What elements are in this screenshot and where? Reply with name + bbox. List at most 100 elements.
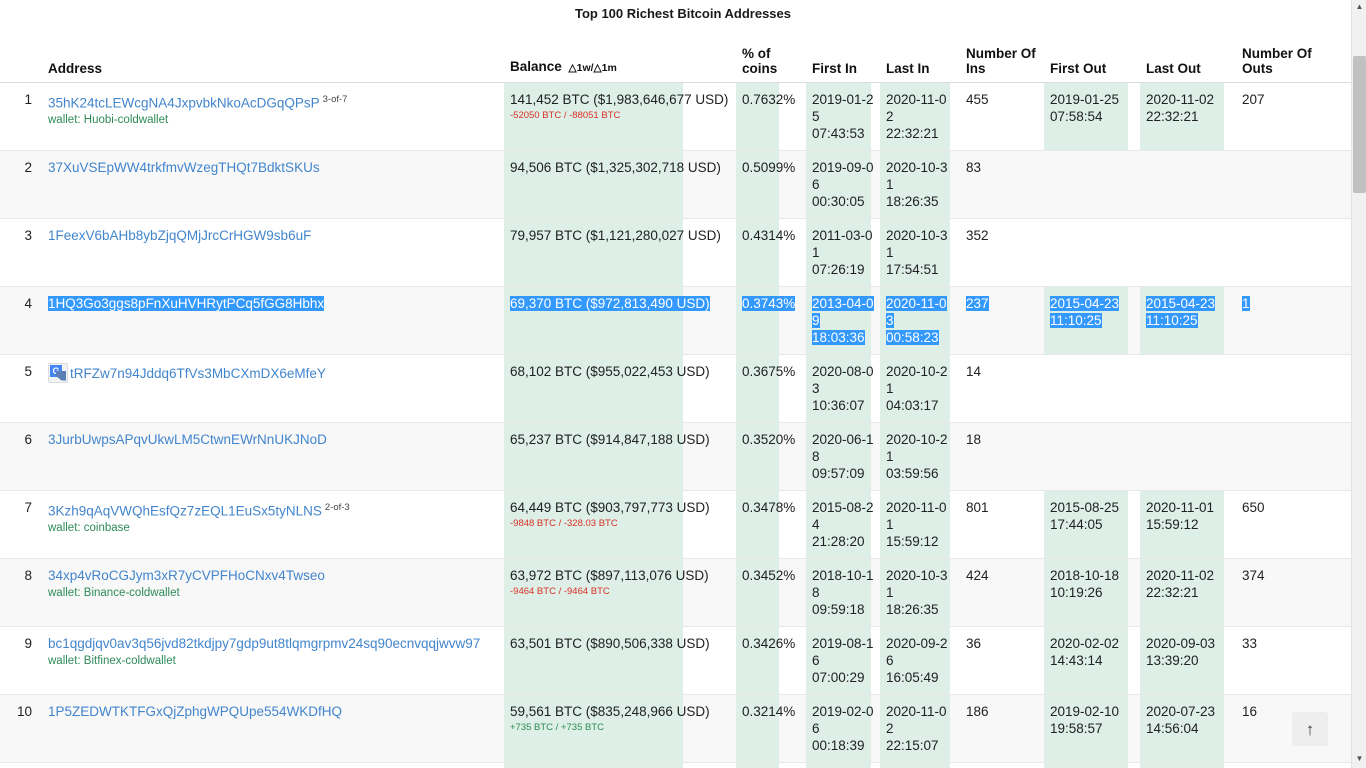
row-first-in: 2019-09-0600:30:05 (806, 150, 880, 218)
scrollbar-up-arrow-icon[interactable]: ▲ (1352, 0, 1366, 16)
num-ins-value: 14 (966, 364, 981, 379)
row-first-in-content: 2011-03-0107:26:19 (812, 227, 874, 278)
table-row[interactable]: 135hK24tcLEWcgNA4JxpvbkNkoAcDGqQPsP3-of-… (0, 82, 1352, 150)
row-last-out: 2020-11-0222:32:21 (1140, 558, 1236, 626)
row-last-out: 2020-10-1513:49:50 (1140, 762, 1236, 768)
col-last-in[interactable]: Last In (880, 26, 960, 82)
row-last-out-content: 2020-09-0313:39:20 (1146, 635, 1230, 669)
row-address-cell[interactable]: GtRFZw7n94Jddq6TfVs3MbCXmDX6eMfeY (42, 354, 504, 422)
row-number-of-outs: 1 (1236, 286, 1352, 354)
row-first-out: 2018-10-1810:19:26 (1044, 558, 1140, 626)
address-link[interactable]: 3Kzh9qAqVWQhEsfQz7zEQL1EuSx5tyNLNS (48, 503, 322, 518)
address-link[interactable]: 37XuVSEpWW4trkfmvWzegTHQt7BdktSKUs (48, 160, 320, 175)
row-first-in: 2011-03-0107:26:19 (806, 218, 880, 286)
row-last-in-content: 2020-10-3118:26:35 (886, 567, 954, 618)
row-last-out (1140, 218, 1236, 286)
percent-value: 0.5099% (742, 160, 795, 175)
address-link[interactable]: 1FeexV6bAHb8ybZjqQMjJrcCrHGW9sb6uF (48, 228, 311, 243)
address-link[interactable]: bc1qgdjqv0av3q56jvd82tkdjpy7gdp9ut8tlqmg… (48, 636, 480, 651)
row-first-out (1044, 354, 1140, 422)
row-last-in-content: 2020-10-3117:54:51 (886, 227, 954, 278)
row-address-cell[interactable]: 1P5ZEDWTKTFGxQjZphgWPQUpe554WKDfHQ (42, 694, 504, 762)
col-address[interactable]: Address (42, 26, 504, 82)
row-number-of-ins: 14 (960, 354, 1044, 422)
scrollbar-down-arrow-icon[interactable]: ▼ (1352, 752, 1366, 768)
table-row[interactable]: 237XuVSEpWW4trkfmvWzegTHQt7BdktSKUs94,50… (0, 150, 1352, 218)
page-root: Top 100 Richest Bitcoin Addresses Addres… (0, 0, 1366, 768)
row-number-of-outs: 207 (1236, 82, 1352, 150)
row-percent-content: 0.5099% (742, 159, 800, 176)
table-row[interactable]: 10 1P5ZEDWTKTFGxQjZphgWPQUpe554WKDfHQ 59,5… (0, 694, 1352, 762)
row-address-cell[interactable]: 3Kzh9qAqVWQhEsfQz7zEQL1EuSx5tyNLNS2-of-3… (42, 490, 504, 558)
col-last-out[interactable]: Last Out (1140, 26, 1236, 82)
row-address-cell[interactable]: 1HQ3Go3ggs8pFnXuHVHRytPCq5fGG8Hbhx (42, 286, 504, 354)
row-last-in-content: 2020-11-0222:32:21 (886, 91, 954, 142)
google-translate-icon[interactable]: G (48, 363, 68, 383)
col-percent-of-coins[interactable]: % of coins (736, 26, 806, 82)
balance-value: 63,972 BTC ($897,113,076 USD) (510, 568, 709, 583)
row-address-cell[interactable]: bc1qgdjqv0av3q56jvd82tkdjpy7gdp9ut8tlqmg… (42, 626, 504, 694)
wallet-label: wallet: Huobi-coldwallet (48, 113, 498, 127)
heat-bar (504, 763, 683, 768)
row-percent: 0.3452% (736, 558, 806, 626)
col-number-of-ins[interactable]: Number Of Ins (960, 26, 1044, 82)
table-row[interactable]: 5GtRFZw7n94Jddq6TfVs3MbCXmDX6eMfeY68,102… (0, 354, 1352, 422)
num-outs-value: 33 (1242, 636, 1257, 651)
row-last-in-content: 2020-11-0222:15:07 (886, 703, 954, 754)
row-rank: 9 (0, 626, 42, 694)
row-last-in: 2020-11-0222:15:07 (880, 694, 960, 762)
address-link[interactable]: 1HQ3Go3ggs8pFnXuHVHRytPCq5fGG8Hbhx (48, 296, 324, 311)
heat-bar (1044, 763, 1128, 768)
scroll-to-top-button[interactable]: ↑ (1292, 712, 1328, 746)
row-address-cell[interactable]: 37XuVSEpWW4trkfmvWzegTHQt7BdktSKUs (42, 150, 504, 218)
row-balance-content: 68,102 BTC ($955,022,453 USD) (510, 363, 730, 380)
row-number-of-ins: 213 (960, 762, 1044, 768)
row-last-in: 2020-10-3117:54:51 (880, 218, 960, 286)
row-percent-content: 0.3426% (742, 635, 800, 652)
row-number-of-outs-content: 207 (1242, 91, 1346, 108)
row-number-of-outs (1236, 150, 1352, 218)
table-row[interactable]: 63JurbUwpsAPqvUkwLM5CtwnEWrNnUKJNoD65,23… (0, 422, 1352, 490)
row-address-cell[interactable]: 1FeexV6bAHb8ybZjqQMjJrcCrHGW9sb6uF (42, 218, 504, 286)
heat-bar (880, 763, 950, 768)
num-ins-value: 36 (966, 636, 981, 651)
row-balance-content: 63,972 BTC ($897,113,076 USD)-9464 BTC /… (510, 567, 730, 598)
address-link[interactable]: tRFZw7n94Jddq6TfVs3MbCXmDX6eMfeY (70, 366, 326, 381)
balance-value: 65,237 BTC ($914,847,188 USD) (510, 432, 710, 447)
row-rank: 10 (0, 694, 42, 762)
row-last-in: 2020-10-3118:26:35 (880, 558, 960, 626)
table-row[interactable]: 41HQ3Go3ggs8pFnXuHVHRytPCq5fGG8Hbhx69,37… (0, 286, 1352, 354)
address-link[interactable]: 3JurbUwpsAPqvUkwLM5CtwnEWrNnUKJNoD (48, 432, 327, 447)
table-row[interactable]: 9 bc1qgdjqv0av3q56jvd82tkdjpy7gdp9ut8tlqm… (0, 626, 1352, 694)
col-first-out[interactable]: First Out (1044, 26, 1140, 82)
row-balance: 79,957 BTC ($1,121,280,027 USD) (504, 218, 736, 286)
address-link[interactable]: 1P5ZEDWTKTFGxQjZphgWPQUpe554WKDfHQ (48, 704, 342, 719)
row-address-cell[interactable]: 35hK24tcLEWcgNA4JxpvbkNkoAcDGqQPsP3-of-7… (42, 82, 504, 150)
scrollbar-thumb[interactable] (1353, 56, 1366, 193)
row-address-cell[interactable]: 3JurbUwpsAPqvUkwLM5CtwnEWrNnUKJNoD (42, 422, 504, 490)
row-address-cell[interactable]: 38UmuUqPCrFmQo4khkomQwZ4VbY2nZMJ672-of-6 (42, 762, 504, 768)
row-first-out: 2015-08-2517:44:05 (1044, 490, 1140, 558)
col-number-of-outs[interactable]: Number Of Outs (1236, 26, 1352, 82)
row-balance: 63,972 BTC ($897,113,076 USD)-9464 BTC /… (504, 558, 736, 626)
page-scrollbar[interactable]: ▲ ▼ (1351, 0, 1366, 768)
table-row[interactable]: 1138UmuUqPCrFmQo4khkomQwZ4VbY2nZMJ672-of… (0, 762, 1352, 768)
row-last-out (1140, 354, 1236, 422)
row-first-out-content: 2018-10-1810:19:26 (1050, 567, 1134, 601)
row-percent: 0.7632% (736, 82, 806, 150)
percent-value: 0.3452% (742, 568, 795, 583)
balance-value: 59,561 BTC ($835,248,966 USD) (510, 704, 710, 719)
rich-list-table: Address Balance △1w/△1m % of coins First… (0, 26, 1352, 768)
col-first-in[interactable]: First In (806, 26, 880, 82)
num-ins-value: 801 (966, 500, 989, 515)
table-row[interactable]: 31FeexV6bAHb8ybZjqQMjJrcCrHGW9sb6uF79,95… (0, 218, 1352, 286)
row-number-of-outs: 374 (1236, 558, 1352, 626)
col-balance[interactable]: Balance △1w/△1m (504, 26, 736, 82)
table-row[interactable]: 73Kzh9qAqVWQhEsfQz7zEQL1EuSx5tyNLNS2-of-… (0, 490, 1352, 558)
address-link[interactable]: 34xp4vRoCGJym3xR7yCVPFHoCNxv4Twseo (48, 568, 325, 583)
address-link[interactable]: 35hK24tcLEWcgNA4JxpvbkNkoAcDGqQPsP (48, 95, 320, 110)
wallet-label: wallet: Binance-coldwallet (48, 586, 498, 600)
row-address-cell[interactable]: 34xp4vRoCGJym3xR7yCVPFHoCNxv4Twseo wallet… (42, 558, 504, 626)
table-row[interactable]: 834xp4vRoCGJym3xR7yCVPFHoCNxv4Twseowalle… (0, 558, 1352, 626)
row-first-out-content: 2019-01-2507:58:54 (1050, 91, 1134, 125)
